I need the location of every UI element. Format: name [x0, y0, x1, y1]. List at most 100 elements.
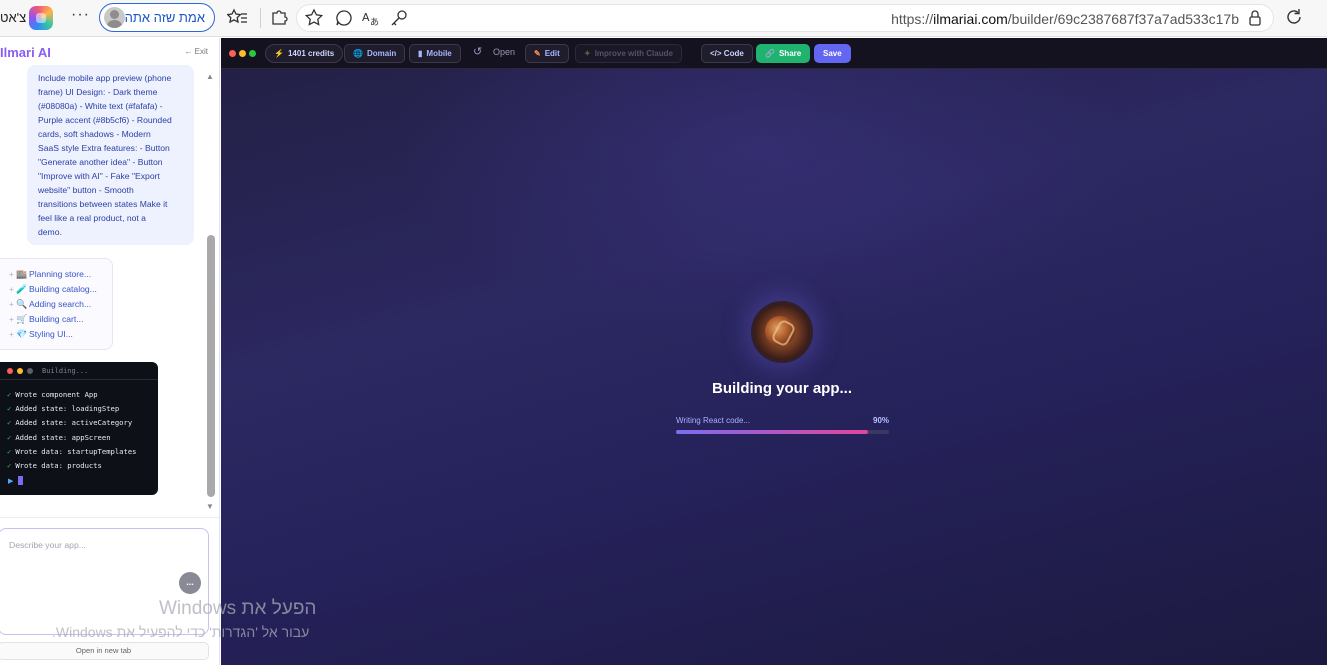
prompt-line: demo.: [38, 227, 62, 237]
chat-tab-label[interactable]: צ'אט: [0, 10, 26, 25]
profile-name: אמת שזה אתה: [124, 10, 205, 25]
check-icon: ✓: [7, 447, 12, 456]
step-bullet-icon: +: [9, 330, 14, 339]
lock-icon[interactable]: [1244, 7, 1266, 29]
progress-percent: 90%: [873, 416, 890, 425]
address-bar[interactable]: A あ https://ilmariai.com/builder/69c2387…: [296, 4, 1274, 32]
prompt-line: "Improve with AI" - Fake "Export: [38, 171, 160, 181]
browser-toolbar: צ'אט ··· אמת שזה אתה A あ https://ilmaria…: [0, 0, 1327, 37]
code-button[interactable]: </> Code: [701, 44, 753, 63]
scroll-up-arrow-icon[interactable]: ▲: [206, 72, 214, 81]
extensions-icon[interactable]: [268, 6, 290, 28]
activate-windows-title: הפעל את Windows: [159, 598, 317, 619]
user-prompt-bubble: Include mobile app preview (phone frame)…: [27, 65, 194, 245]
open-new-tab-button[interactable]: Open in new tab: [0, 642, 209, 660]
build-step: + 🧪 Building catalog...: [9, 284, 97, 295]
build-step: + 🏬 Planning store...: [9, 269, 91, 280]
progress-label: Writing React code...: [676, 416, 751, 425]
step-bullet-icon: +: [9, 285, 14, 294]
close-dot-icon: [7, 368, 13, 374]
minimize-dot-icon: [239, 50, 246, 57]
terminal-line: ✓ Wrote data: products: [7, 461, 102, 470]
translate-icon[interactable]: A あ: [360, 7, 382, 29]
check-icon: ✓: [7, 433, 12, 442]
step-bullet-icon: +: [9, 270, 14, 279]
builder-toolbar: ⚡ 1401 credits 🌐 Domain ▮ Mobile ↺ Open ✎ Ed…: [221, 38, 1327, 69]
sparkle-icon: ✦: [584, 49, 591, 58]
pencil-icon: ✎: [534, 49, 541, 58]
step-bullet-icon: +: [9, 300, 14, 309]
terminal-line: ✓ Added state: appScreen: [7, 433, 111, 442]
send-button[interactable]: ...: [179, 572, 201, 594]
check-icon: ✓: [7, 418, 12, 427]
domain-button[interactable]: 🌐 Domain: [344, 44, 406, 63]
check-icon: ✓: [7, 461, 12, 470]
chat-sidebar: Ilmari AI ← Exit Include mobile app prev…: [0, 38, 220, 665]
prompt-line: "Generate another idea" - Button: [38, 157, 163, 167]
composer-divider: [0, 517, 219, 518]
terminal-line: ✓ Wrote component App: [7, 390, 98, 399]
improve-with-claude-button[interactable]: ✦ Improve with Claude: [575, 44, 682, 63]
step-emoji-icon: 🔍: [16, 299, 28, 309]
build-step: + 💎 Styling UI...: [9, 329, 73, 340]
profile-button[interactable]: אמת שזה אתה: [99, 3, 215, 32]
activate-windows-subtitle: עבור אל 'הגדרות' כדי להפעיל את Windows.: [52, 624, 310, 640]
terminal-line: ✓ Added state: activeCategory: [7, 418, 133, 427]
step-label: Adding search...: [29, 299, 92, 309]
copilot-icon[interactable]: [29, 6, 53, 30]
terminal-cursor: [18, 476, 23, 485]
save-button[interactable]: Save: [814, 44, 851, 63]
prompt-line: Purple accent (#8b5cf6) - Rounded: [38, 115, 172, 125]
toolbar-divider: [260, 8, 261, 28]
open-link[interactable]: Open: [493, 47, 515, 57]
close-dot-icon: [229, 50, 236, 57]
more-options-icon[interactable]: ···: [71, 6, 90, 24]
building-orb-icon: [751, 301, 813, 363]
brand-logo: Ilmari AI: [0, 45, 51, 60]
progress-bar: [676, 430, 889, 434]
prompt-line: (#08080a) - White text (#fafafa) -: [38, 101, 163, 111]
check-icon: ✓: [7, 404, 12, 413]
site-key-icon[interactable]: [388, 7, 410, 29]
check-icon: ✓: [7, 390, 12, 399]
prompt-line: SaaS style Extra features: - Button: [38, 143, 170, 153]
reload-icon[interactable]: ↺: [473, 45, 482, 58]
globe-icon: 🌐: [353, 49, 363, 58]
scrollbar-thumb[interactable]: [207, 235, 215, 497]
terminal-prompt-icon: ▶: [8, 478, 14, 485]
link-icon: 🔗: [765, 49, 775, 58]
step-emoji-icon: 💎: [16, 329, 28, 339]
refresh-icon[interactable]: [1283, 6, 1305, 28]
terminal-line: ✓ Added state: loadingStep: [7, 404, 120, 413]
prompt-line: cards, soft shadows - Modern: [38, 129, 151, 139]
build-terminal: Building... ✓ Wrote component App ✓ Added …: [0, 362, 158, 495]
prompt-line: website" button - Smooth: [38, 185, 134, 195]
building-title: Building your app...: [712, 380, 852, 397]
chat-icon[interactable]: [333, 7, 355, 29]
lightning-icon: ⚡: [274, 49, 284, 58]
phone-icon: ▮: [418, 49, 423, 58]
prompt-placeholder: Describe your app...: [9, 540, 86, 550]
maximize-dot-icon: [27, 368, 33, 374]
favorite-star-icon[interactable]: [303, 7, 325, 29]
avatar-icon: [104, 7, 125, 28]
exit-button[interactable]: ← Exit: [184, 47, 208, 56]
share-button[interactable]: 🔗 Share: [756, 44, 811, 63]
scroll-down-arrow-icon[interactable]: ▼: [206, 502, 214, 511]
minimize-dot-icon: [17, 368, 23, 374]
mobile-button[interactable]: ▮ Mobile: [409, 44, 461, 63]
app-preview-canvas: Building your app... Writing React code.…: [221, 69, 1327, 665]
step-bullet-icon: +: [9, 315, 14, 324]
terminal-line: ✓ Wrote data: startupTemplates: [7, 447, 137, 456]
prompt-line: Include mobile app preview (phone: [38, 73, 172, 83]
build-steps-card: + 🏬 Planning store... + 🧪 Building catalog..…: [0, 258, 113, 350]
terminal-title: Building...: [42, 367, 89, 375]
preview-panel: ⚡ 1401 credits 🌐 Domain ▮ Mobile ↺ Open ✎ Ed…: [221, 38, 1327, 665]
credits-badge[interactable]: ⚡ 1401 credits: [265, 44, 344, 63]
prompt-line: frame) UI Design: - Dark theme: [38, 87, 158, 97]
step-label: Styling UI...: [29, 329, 73, 339]
svg-text:あ: あ: [370, 17, 379, 28]
url-text: https://ilmariai.com/builder/69c2387687f…: [891, 11, 1239, 27]
favorites-list-icon[interactable]: [227, 6, 249, 28]
edit-button[interactable]: ✎ Edit: [525, 44, 569, 63]
